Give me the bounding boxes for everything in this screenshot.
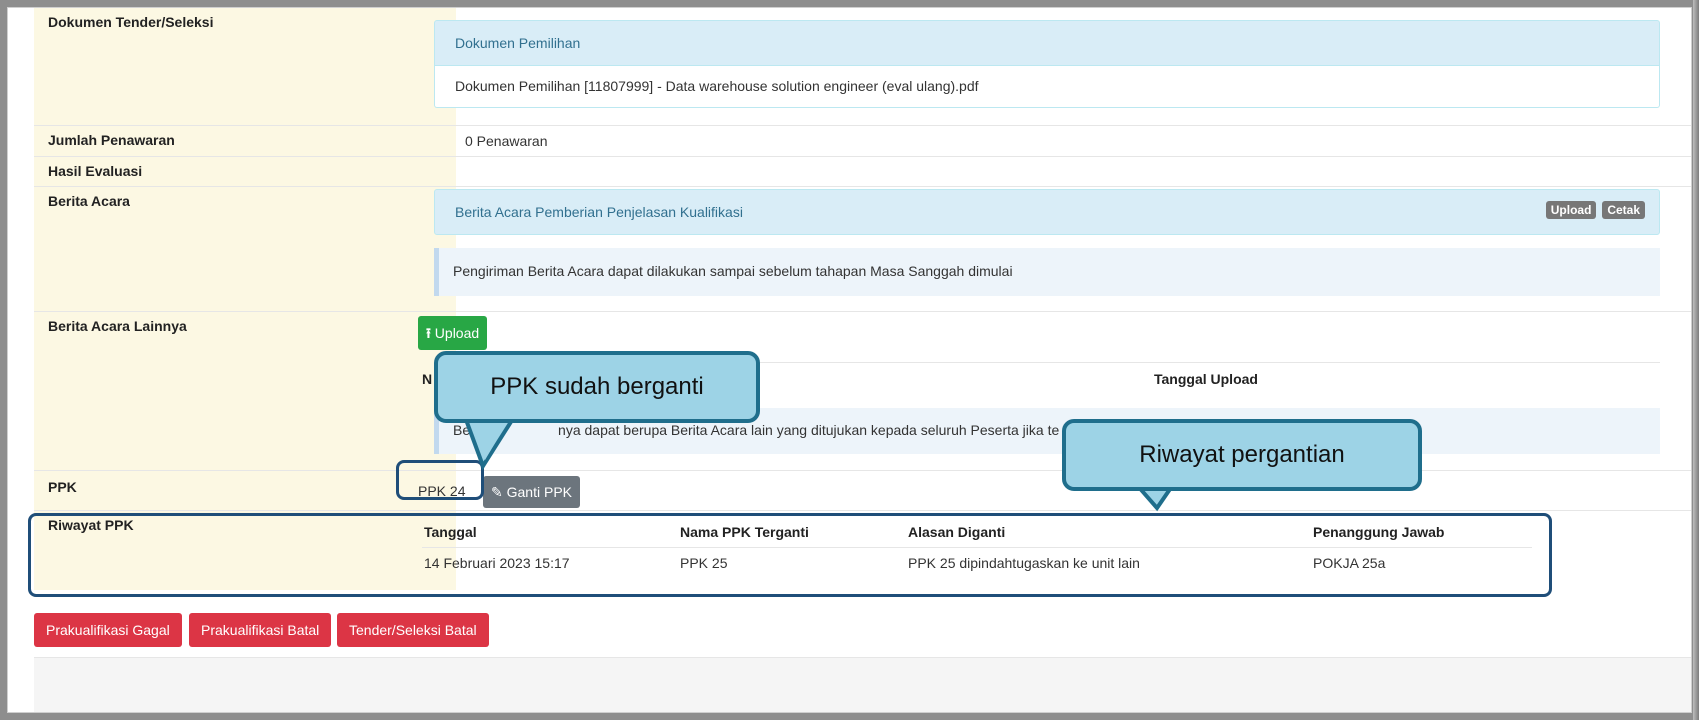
right-edge-shadow bbox=[1693, 0, 1699, 720]
tender-seleksi-batal-button[interactable]: Tender/Seleksi Batal bbox=[337, 613, 489, 647]
col-header-tanggal-upload: Tanggal Upload bbox=[1154, 371, 1258, 387]
tender-detail-page: Dokumen Tender/Seleksi Dokumen Pemilihan… bbox=[8, 8, 1691, 712]
prakualifikasi-gagal-button[interactable]: Prakualifikasi Gagal bbox=[34, 613, 182, 647]
riwayat-highlight-box bbox=[28, 513, 1552, 597]
berita-acara-actions: Upload Cetak bbox=[1544, 201, 1645, 219]
screenshot-frame: Dokumen Tender/Seleksi Dokumen Pemilihan… bbox=[0, 0, 1699, 720]
cetak-badge-button[interactable]: Cetak bbox=[1602, 201, 1645, 219]
col-header-nama: N bbox=[422, 371, 433, 387]
dokumen-file-link[interactable]: Dokumen Pemilihan [11807999] - Data ware… bbox=[434, 66, 1660, 108]
row-label: Jumlah Penawaran bbox=[34, 126, 456, 156]
prakualifikasi-batal-button[interactable]: Prakualifikasi Batal bbox=[189, 613, 332, 647]
row-label: PPK bbox=[34, 471, 456, 510]
upload-badge-button[interactable]: Upload bbox=[1545, 201, 1597, 219]
row-label: Dokumen Tender/Seleksi bbox=[34, 8, 456, 125]
callout-ppk-text: PPK sudah berganti bbox=[490, 373, 704, 400]
row-label: Berita Acara Lainnya bbox=[34, 312, 456, 470]
row-ppk: PPK bbox=[34, 470, 1691, 510]
upload-label: Upload bbox=[434, 325, 480, 341]
row-label: Berita Acara bbox=[34, 187, 456, 311]
berita-acara-info: Pengiriman Berita Acara dapat dilakukan … bbox=[434, 248, 1660, 296]
berita-acara-panel-title: Berita Acara Pemberian Penjelasan Kualif… bbox=[434, 189, 1660, 235]
jumlah-text: 0 Penawaran bbox=[465, 133, 548, 149]
dokumen-panel-title: Dokumen Pemilihan bbox=[434, 20, 1660, 66]
callout-history: Riwayat pergantian bbox=[1062, 419, 1422, 491]
callout-history-text: Riwayat pergantian bbox=[1139, 441, 1345, 468]
row-hasil-evaluasi: Hasil Evaluasi bbox=[34, 156, 1691, 186]
upload-berita-lain-button[interactable]: ⭱ Upload bbox=[418, 316, 488, 350]
upload-icon: ⭱ bbox=[426, 325, 431, 341]
berita-acara-title-text: Berita Acara Pemberian Penjelasan Kualif… bbox=[455, 204, 743, 220]
berita-lain-info-rest: nya dapat berupa Berita Acara lain yang … bbox=[558, 422, 1060, 438]
row-jumlah-penawaran: Jumlah Penawaran 0 Penawaran bbox=[34, 125, 1691, 156]
callout-ppk-changed: PPK sudah berganti bbox=[434, 351, 760, 423]
row-label: Hasil Evaluasi bbox=[34, 157, 456, 186]
footer-strip bbox=[34, 657, 1691, 712]
jumlah-penawaran-value: 0 Penawaran bbox=[456, 126, 1691, 156]
